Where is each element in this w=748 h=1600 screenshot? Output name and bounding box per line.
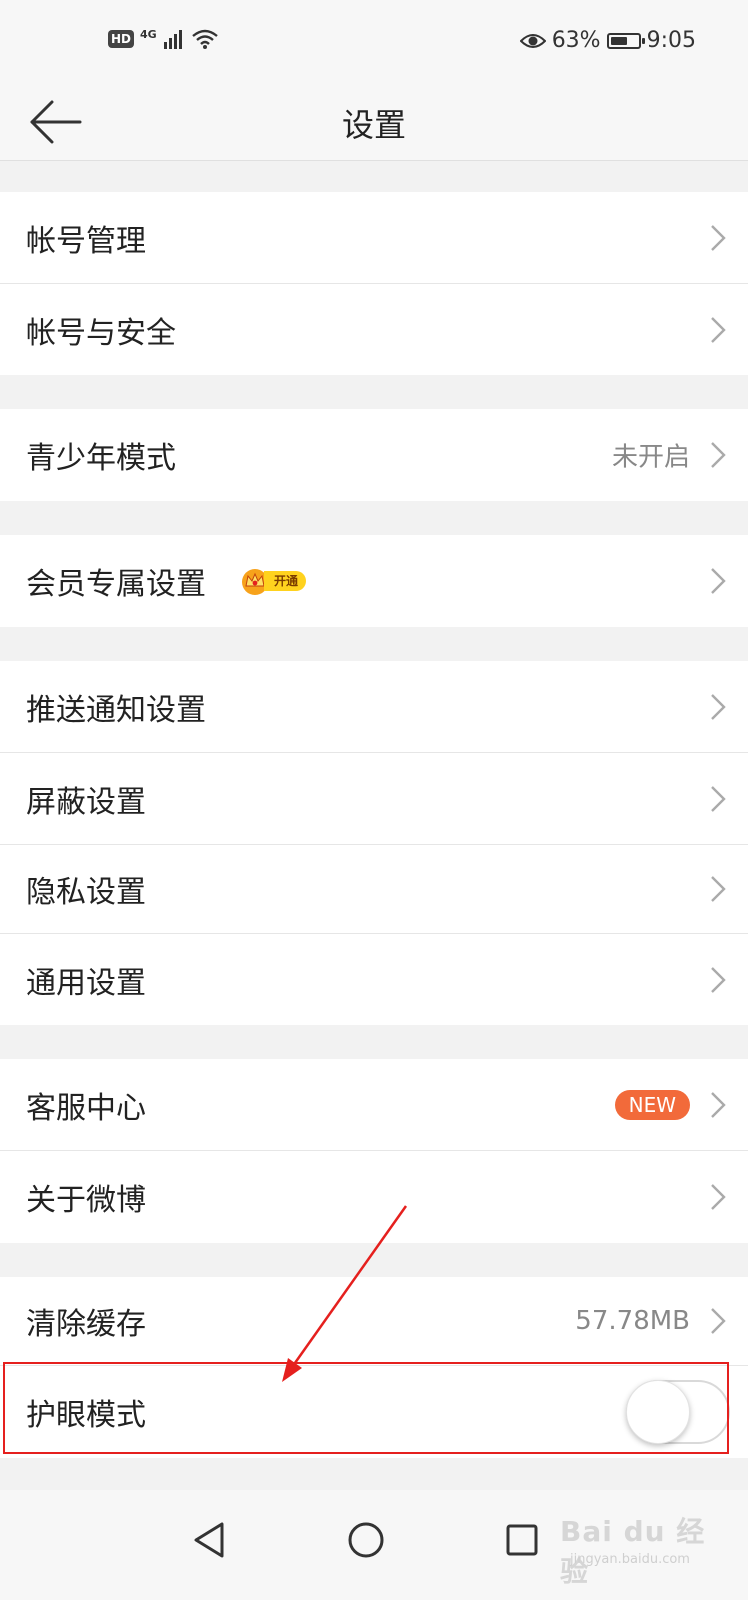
signal-icon [163,30,182,49]
baidu-watermark: Bai du 经验 jingyan.baidu.com [560,1492,730,1588]
chevron-right-icon [711,876,726,902]
wifi-icon [191,29,218,49]
network-type: 4G [140,27,157,41]
settings-row-account-manage[interactable]: 帐号管理 [0,192,748,283]
status-right: 63% 9:05 [519,28,696,53]
cache-size: 57.78MB [575,1306,690,1336]
chevron-right-icon [711,966,726,993]
watermark-text: Bai du 经验 [560,1515,706,1588]
clock: 9:05 [646,28,696,53]
chevron-right-icon [711,785,726,812]
row-label: 屏蔽设置 [26,784,146,820]
home-circle-icon[interactable] [336,1510,396,1570]
chevron-right-icon [711,1308,726,1334]
settings-row-privacy[interactable]: 隐私设置 [0,845,748,933]
row-label: 清除缓存 [26,1307,146,1342]
row-label: 通用设置 [26,965,146,1001]
settings-row-push[interactable]: 推送通知设置 [0,661,748,752]
settings-row-block[interactable]: 屏蔽设置 [0,753,748,844]
row-label: 帐号与安全 [26,315,176,351]
nav-bar: 设置 [0,84,748,161]
hd-indicator: HD [108,30,135,48]
battery-fill [610,36,627,45]
status-left: HD 4G [108,28,219,50]
vip-badge-label: 开通 [264,571,307,591]
row-label: 会员专属设置 [26,567,206,602]
chevron-right-icon [711,224,726,251]
annotation-arrow [282,1205,408,1382]
page-title: 设置 [341,106,406,144]
settings-row-teen-mode[interactable]: 青少年模式 未开启 [0,409,748,501]
settings-row-account-security[interactable]: 帐号与安全 [0,284,748,375]
eye-icon [519,33,546,48]
row-label: 帐号管理 [26,223,146,259]
back-triangle-icon[interactable] [180,1510,240,1570]
battery-icon [606,32,645,49]
vip-open-badge[interactable]: 开通 [240,567,307,595]
chevron-right-icon [711,316,726,343]
chevron-right-icon [711,442,726,468]
row-label: 隐私设置 [26,875,146,910]
chevron-right-icon [711,568,726,594]
row-label: 客服中心 [26,1090,146,1126]
row-label: 青少年模式 [26,441,176,476]
settings-row-customer-service[interactable]: 客服中心 NEW [0,1059,748,1150]
watermark-url: jingyan.baidu.com [570,1552,690,1567]
recents-square-icon[interactable] [492,1510,552,1570]
settings-row-general[interactable]: 通用设置 [0,934,748,1025]
chevron-right-icon [711,1184,726,1210]
teen-mode-status: 未开启 [611,442,690,473]
chevron-right-icon [711,1091,726,1118]
row-label: 推送通知设置 [26,692,206,728]
new-badge: NEW [614,1089,690,1120]
battery-percent: 63% [551,28,601,53]
chevron-right-icon [711,693,726,720]
status-bar: HD 4G 63% 9:05 [0,0,748,84]
settings-row-vip[interactable]: 会员专属设置 开通 [0,535,748,627]
row-label: 关于微博 [26,1183,146,1218]
